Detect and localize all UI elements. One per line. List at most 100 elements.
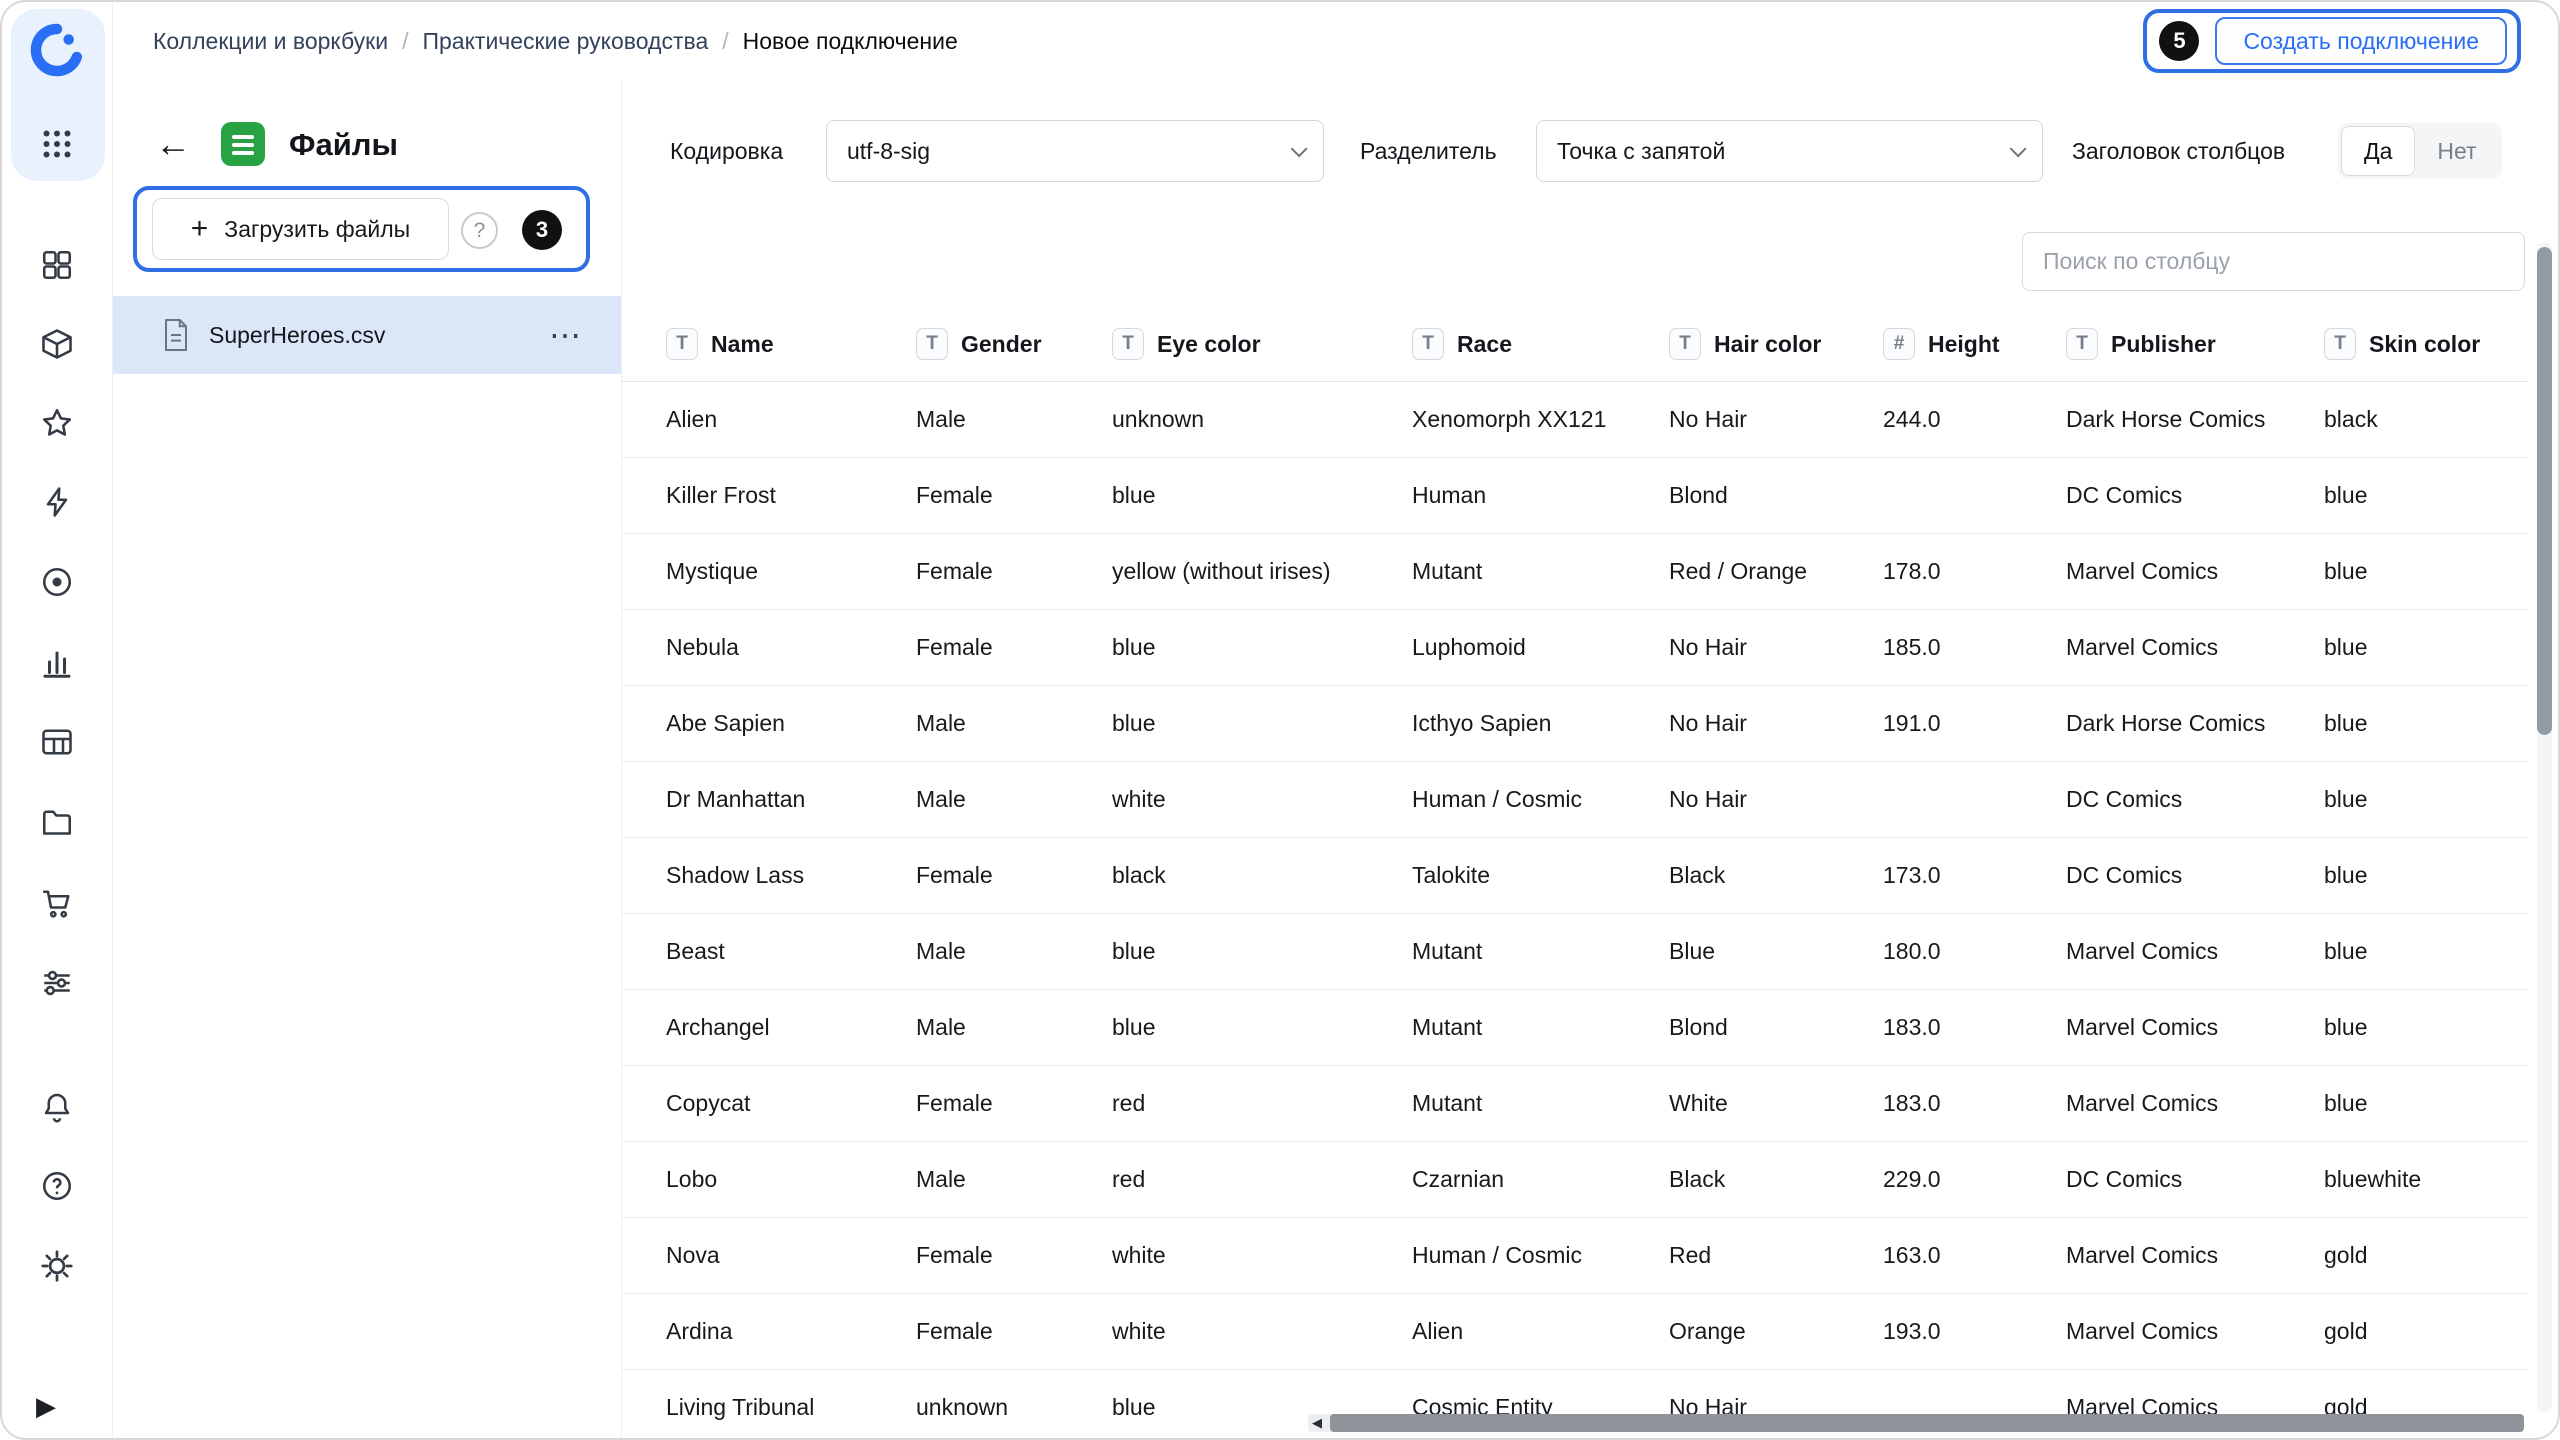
table-cell: Female (916, 1242, 1112, 1269)
files-panel: ← Файлы + Загрузить файлы ? 3 SuperHeroe… (113, 80, 622, 1438)
table-cell: Killer Frost (666, 482, 916, 509)
collections-icon[interactable] (35, 243, 79, 287)
upload-files-button[interactable]: + Загрузить файлы (152, 198, 449, 260)
table-cell: 191.0 (1883, 710, 2066, 737)
table-cell: Shadow Lass (666, 862, 916, 889)
vertical-scrollbar-thumb[interactable] (2537, 247, 2552, 735)
notifications-bell-icon[interactable] (35, 1085, 79, 1129)
file-list-item-selected[interactable]: SuperHeroes.csv ⋯ (113, 296, 621, 374)
table-cell: blue (1112, 634, 1412, 661)
table-cell: Female (916, 482, 1112, 509)
table-cell: DC Comics (2066, 786, 2324, 813)
column-search-input[interactable] (2022, 232, 2525, 291)
text-type-icon: T (916, 328, 948, 360)
table-cell: No Hair (1669, 406, 1883, 433)
table-cell: Living Tribunal (666, 1394, 916, 1421)
table-cell: Mystique (666, 558, 916, 585)
table-cell: Mutant (1412, 1014, 1669, 1041)
table-cell: blue (2324, 558, 2528, 585)
table-cell: Female (916, 862, 1112, 889)
favorites-star-icon[interactable] (35, 401, 79, 445)
text-type-icon: T (2324, 328, 2356, 360)
file-document-icon (161, 317, 191, 353)
file-menu-dots-icon[interactable]: ⋯ (549, 319, 583, 351)
text-type-icon: T (1112, 328, 1144, 360)
encoding-label: Кодировка (670, 120, 783, 182)
workbooks-icon[interactable] (35, 322, 79, 366)
table-cell: blue (2324, 482, 2528, 509)
vertical-scrollbar[interactable] (2537, 242, 2552, 1412)
file-name: SuperHeroes.csv (209, 322, 385, 349)
table-cell: blue (1112, 1014, 1412, 1041)
panel-title: Файлы (289, 127, 398, 163)
encoding-value: utf-8-sig (847, 138, 930, 165)
table-body: AlienMaleunknownXenomorph XX121No Hair24… (622, 382, 2528, 1438)
table-cell: Mutant (1412, 1090, 1669, 1117)
step-badge-3: 3 (522, 210, 562, 250)
delimiter-select[interactable]: Точка с запятой (1536, 120, 2043, 182)
breadcrumb-guides[interactable]: Практические руководства (422, 28, 708, 55)
column-header-hair-color[interactable]: THair color (1669, 328, 1883, 360)
services-target-icon[interactable] (35, 560, 79, 604)
column-header-name[interactable]: TName (666, 328, 916, 360)
table-cell: Nebula (666, 634, 916, 661)
upload-files-label: Загрузить файлы (224, 216, 410, 243)
table-cell: gold (2324, 1242, 2528, 1269)
table-cell: blue (2324, 862, 2528, 889)
table-cell: DC Comics (2066, 862, 2324, 889)
csv-sheet-icon (219, 120, 267, 168)
column-header-race[interactable]: TRace (1412, 328, 1669, 360)
breadcrumb-separator: / (722, 28, 728, 55)
number-type-icon: # (1883, 328, 1915, 360)
horizontal-scrollbar[interactable]: ◀ (1308, 1414, 2524, 1432)
marketplace-cart-icon[interactable] (35, 881, 79, 925)
tables-icon[interactable] (35, 720, 79, 764)
plus-icon: + (191, 214, 209, 244)
help-icon[interactable] (35, 1164, 79, 1208)
toggle-no-option[interactable]: Нет (2415, 126, 2498, 176)
toggle-yes-option[interactable]: Да (2341, 126, 2415, 176)
table-cell: Marvel Comics (2066, 634, 2324, 661)
table-cell: 178.0 (1883, 558, 2066, 585)
table-cell: white (1112, 786, 1412, 813)
column-label: Race (1457, 331, 1512, 358)
settings-gear-icon[interactable] (35, 1244, 79, 1288)
column-label: Name (711, 331, 774, 358)
settings-flow-icon[interactable] (35, 961, 79, 1005)
upload-help-icon[interactable]: ? (461, 212, 498, 249)
top-bar: Коллекции и воркбуки / Практические руко… (113, 2, 2558, 80)
charts-icon[interactable] (35, 640, 79, 684)
column-header-gender[interactable]: T Gender (916, 328, 1112, 360)
encoding-select[interactable]: utf-8-sig (826, 120, 1324, 182)
editor-lightning-icon[interactable] (35, 480, 79, 524)
column-header-height[interactable]: #Height (1883, 328, 2066, 360)
table-cell: Orange (1669, 1318, 1883, 1345)
table-row: BeastMaleblueMutantBlue180.0Marvel Comic… (622, 914, 2528, 990)
table-cell: Czarnian (1412, 1166, 1669, 1193)
table-row: AlienMaleunknownXenomorph XX121No Hair24… (622, 382, 2528, 458)
table-cell: blue (2324, 1090, 2528, 1117)
storage-folder-icon[interactable] (35, 801, 79, 845)
table-row: LoboMaleredCzarnianBlack229.0DC Comicsbl… (622, 1142, 2528, 1218)
table-cell: blue (2324, 710, 2528, 737)
table-cell: Alien (666, 406, 916, 433)
expand-rail-icon[interactable]: ▶ (36, 1391, 56, 1422)
column-header-publisher[interactable]: TPublisher (2066, 328, 2324, 360)
column-label: Gender (961, 331, 1042, 358)
back-arrow-icon[interactable]: ← (151, 122, 195, 166)
horizontal-scrollbar-thumb[interactable] (1330, 1414, 2524, 1432)
table-row: Killer FrostFemaleblueHumanBlondDC Comic… (622, 458, 2528, 534)
table-cell: Red / Orange (1669, 558, 1883, 585)
column-header-eye-color[interactable]: TEye color (1112, 328, 1412, 360)
datalens-logo-icon[interactable] (29, 22, 85, 78)
column-header-skin-color[interactable]: TSkin color (2324, 328, 2528, 360)
apps-grid-icon[interactable] (35, 122, 79, 166)
breadcrumb-collections[interactable]: Коллекции и воркбуки (153, 28, 388, 55)
scroll-left-arrow-icon[interactable]: ◀ (1312, 1414, 1322, 1432)
create-connection-button[interactable]: Создать подключение (2215, 17, 2507, 65)
table-cell: Alien (1412, 1318, 1669, 1345)
breadcrumb-separator: / (402, 28, 408, 55)
table-cell: black (1112, 862, 1412, 889)
chevron-down-icon (2010, 140, 2027, 157)
table-cell: blue (1112, 938, 1412, 965)
